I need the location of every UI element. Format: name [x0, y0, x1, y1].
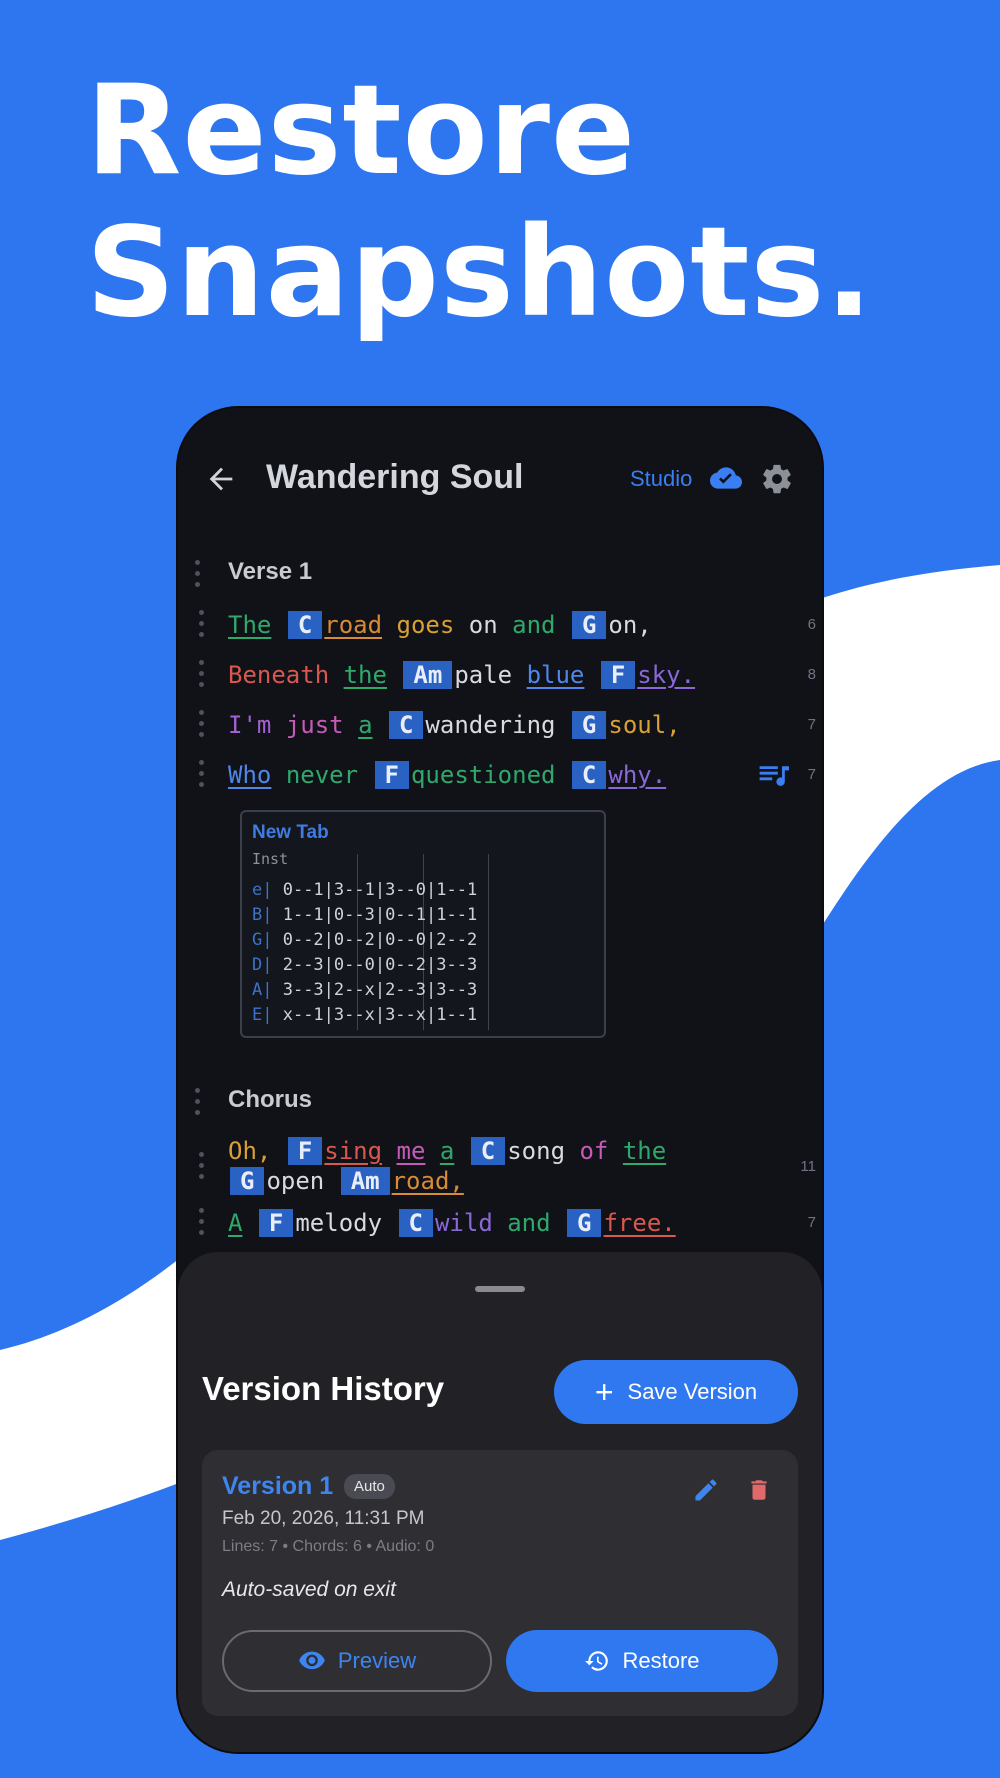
version-card[interactable]: Version 1 Auto Feb 20, 2026, 11:31 PM Li…	[202, 1450, 798, 1716]
lyric-text: The Croad goes on and Gon,	[228, 611, 652, 639]
tab-title: New Tab	[252, 822, 329, 843]
chord-chip[interactable]: C	[470, 1137, 506, 1165]
syllable-count: 7	[807, 1214, 816, 1231]
chord-chip[interactable]: C	[388, 711, 424, 739]
phone-screen: Wandering Soul Studio Verse 1 The Croad …	[178, 408, 822, 1752]
section-verse-1: Verse 1	[178, 554, 822, 594]
tab-bar-line	[488, 854, 489, 1030]
drag-handle-icon[interactable]	[194, 1088, 200, 1116]
gear-icon[interactable]	[760, 462, 794, 496]
drag-handle-icon[interactable]	[194, 560, 200, 588]
promo-headline: Restore Snapshots.	[86, 60, 873, 344]
drag-handle-icon[interactable]	[198, 610, 204, 638]
preview-label: Preview	[337, 1648, 417, 1673]
version-name: Version 1	[222, 1472, 334, 1500]
drag-handle-icon[interactable]	[198, 710, 204, 738]
tab-string-row: D| 2--3|0--0|0--2|3--3	[252, 955, 478, 975]
chord-chip[interactable]: G	[571, 611, 607, 639]
chord-chip[interactable]: F	[287, 1137, 323, 1165]
syllable-count: 11	[800, 1158, 816, 1175]
chord-chip[interactable]: F	[258, 1209, 294, 1237]
lyric-line[interactable]: Who never Fquestioned Cwhy. 7	[178, 754, 822, 794]
chord-chip[interactable]: F	[600, 661, 636, 689]
tab-string-row: A| 3--3|2--x|2--3|3--3	[252, 980, 478, 1000]
lyric-line[interactable]: The Croad goes on and Gon, 6	[178, 604, 822, 644]
tab-string-row: G| 0--2|0--2|0--0|2--2	[252, 930, 478, 950]
chord-chip[interactable]: G	[571, 711, 607, 739]
studio-button[interactable]: Studio	[630, 466, 692, 492]
plus-icon: +	[594, 1374, 614, 1410]
edit-icon[interactable]	[692, 1476, 720, 1504]
chord-chip[interactable]: C	[398, 1209, 433, 1237]
version-history-sheet: Version History + Save Version Version 1…	[178, 1252, 822, 1752]
syllable-count: 7	[807, 766, 816, 783]
history-icon	[585, 1651, 609, 1671]
lyric-text: Who never Fquestioned Cwhy.	[228, 761, 667, 789]
lyric-line[interactable]: Beneath the Am pale blue Fsky. 8	[178, 654, 822, 694]
chord-chip[interactable]: Am	[340, 1167, 390, 1195]
version-stats: Lines: 7 • Chords: 6 • Audio: 0	[222, 1538, 435, 1555]
delete-icon[interactable]	[746, 1476, 772, 1504]
drag-handle-icon[interactable]	[198, 660, 204, 688]
version-note: Auto-saved on exit	[222, 1578, 396, 1601]
top-app-bar: Wandering Soul Studio	[178, 408, 822, 518]
save-version-label: Save Version	[627, 1379, 758, 1404]
chord-chip[interactable]: G	[567, 1209, 602, 1237]
sheet-title: Version History	[202, 1370, 445, 1407]
auto-badge: Auto	[344, 1474, 395, 1499]
lyric-line[interactable]: I'm just a Cwandering Gsoul, 7	[178, 704, 822, 744]
eye-icon	[299, 1651, 325, 1670]
lyric-text: A Fmelody Cwild and Gfree.	[228, 1209, 676, 1237]
chord-chip[interactable]: C	[571, 761, 607, 789]
song-title: Wandering Soul	[266, 458, 524, 496]
headline-line-2: Snapshots.	[86, 201, 874, 345]
restore-label: Restore	[622, 1648, 700, 1673]
lyric-text: Beneath the Am pale blue Fsky.	[228, 661, 696, 689]
tab-instrument: Inst	[252, 850, 289, 868]
syllable-count: 7	[807, 716, 816, 733]
tab-string-row: B| 1--1|0--3|0--1|1--1	[252, 905, 478, 925]
drag-handle-icon[interactable]	[198, 1208, 204, 1236]
lyric-line[interactable]: Oh, Fsing me a Csong of the Gopen Am road,…	[178, 1130, 822, 1200]
syllable-count: 8	[807, 666, 816, 683]
sheet-drag-handle[interactable]	[475, 1286, 525, 1292]
restore-button[interactable]: Restore	[506, 1630, 778, 1692]
version-date: Feb 20, 2026, 11:31 PM	[222, 1508, 425, 1529]
section-label: Verse 1	[228, 558, 313, 585]
drag-handle-icon[interactable]	[198, 760, 204, 788]
tab-string-row: E| x--1|3--x|3--x|1--1	[252, 1005, 478, 1025]
section-chorus: Chorus	[178, 1082, 822, 1122]
lyric-line[interactable]: A Fmelody Cwild and Gfree. 7	[178, 1202, 822, 1242]
chord-chip[interactable]: Am	[403, 661, 453, 689]
headline-line-1: Restore	[86, 59, 637, 203]
lyric-text: I'm just a Cwandering Gsoul,	[228, 711, 681, 739]
queue-music-icon[interactable]	[758, 762, 792, 790]
guitar-tab-block[interactable]: New Tab Inst e| 0--1|3--1|3--0|1--1 B| 1…	[240, 810, 606, 1038]
drag-handle-icon[interactable]	[198, 1152, 204, 1180]
lyric-text: Oh, Fsing me a Csong of the Gopen Am road,	[228, 1137, 667, 1195]
save-version-button[interactable]: + Save Version	[554, 1360, 798, 1424]
chord-chip[interactable]: F	[374, 761, 409, 789]
syllable-count: 6	[807, 616, 816, 633]
preview-button[interactable]: Preview	[222, 1630, 492, 1692]
back-arrow-icon[interactable]	[204, 462, 238, 496]
section-label: Chorus	[228, 1086, 312, 1113]
chord-chip[interactable]: C	[287, 611, 323, 639]
cloud-check-icon[interactable]	[710, 464, 742, 492]
chord-chip[interactable]: G	[230, 1167, 265, 1195]
tab-string-row: e| 0--1|3--1|3--0|1--1	[252, 880, 478, 900]
